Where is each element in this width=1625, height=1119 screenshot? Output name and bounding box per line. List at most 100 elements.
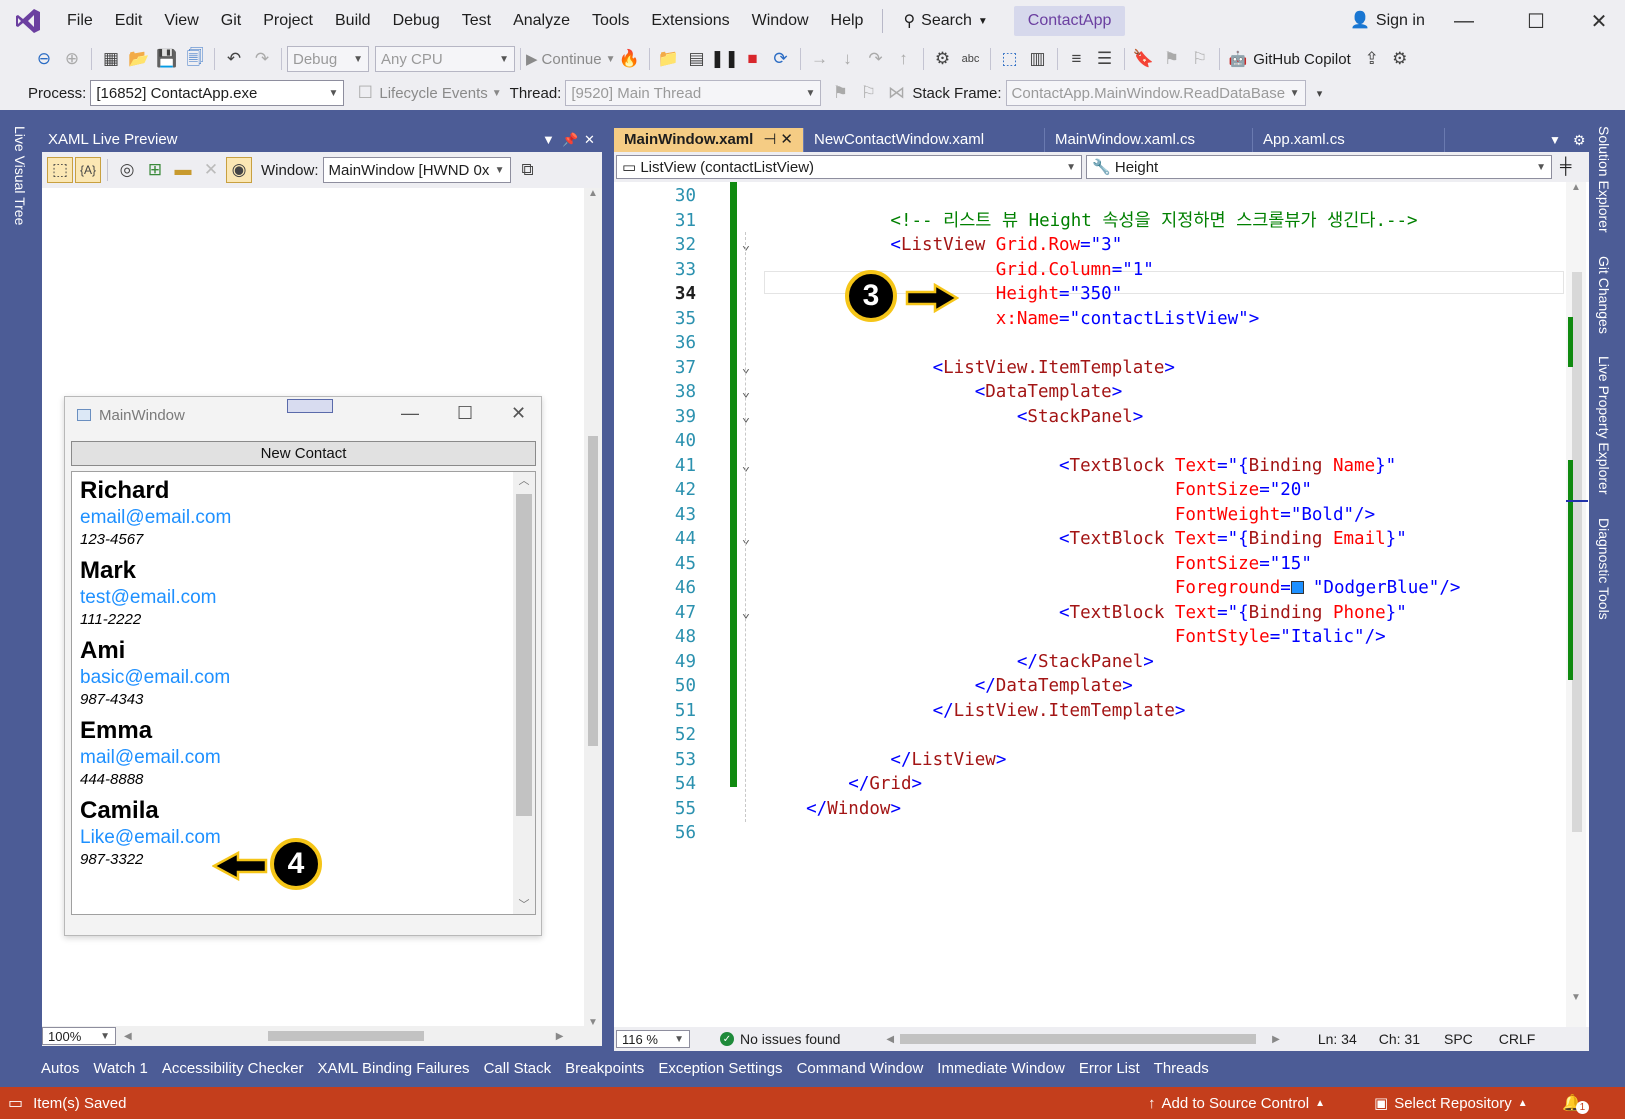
solution-explorer-tab[interactable]: Solution Explorer <box>1596 126 1612 233</box>
diagnostic-tools-tab[interactable]: Diagnostic Tools <box>1596 518 1612 620</box>
whitespace-indicator[interactable]: SPC <box>1444 1031 1473 1047</box>
menu-test[interactable]: Test <box>451 0 502 42</box>
scroll-down-icon[interactable]: ▼ <box>1566 992 1586 1003</box>
toolbar-overflow-icon[interactable]: ▾ <box>1307 80 1333 106</box>
tab-pin-icon[interactable]: ⊣ ✕ <box>763 128 793 152</box>
github-copilot-button[interactable]: 🤖 GitHub Copilot <box>1229 50 1351 69</box>
search-button[interactable]: ⚲ Search ▼ <box>891 11 999 31</box>
menu-debug[interactable]: Debug <box>382 0 451 42</box>
select-repository-button[interactable]: ▣ Select Repository ▲ <box>1374 1094 1528 1113</box>
editor-zoom-dropdown[interactable]: 116 % ▼ <box>616 1030 690 1048</box>
fold-toggle-icon[interactable]: ⌄ <box>738 527 754 552</box>
preview-eye-icon[interactable]: ◉ <box>226 157 252 183</box>
tool-tab-command-window[interactable]: Command Window <box>790 1060 931 1077</box>
diagnostics-icon[interactable]: ⚙ <box>930 46 956 72</box>
indent-icon[interactable]: ≡ <box>1064 46 1090 72</box>
fold-toggle-icon[interactable]: ⌄ <box>738 380 754 405</box>
platform-dropdown[interactable]: Any CPU ▼ <box>375 46 515 72</box>
menu-tools[interactable]: Tools <box>581 0 640 42</box>
visual-studio-logo-icon[interactable] <box>14 7 42 35</box>
filter-icon[interactable]: ⋈ <box>883 80 909 106</box>
navigate-forward-icon[interactable]: ⊕ <box>59 46 85 72</box>
live-visual-tree-tab[interactable]: Live Visual Tree <box>12 126 28 225</box>
stop-icon[interactable]: ■ <box>740 46 766 72</box>
panel-close-icon[interactable]: ✕ <box>584 128 595 152</box>
menu-extensions[interactable]: Extensions <box>640 0 740 42</box>
list-item[interactable]: Mark test@email.com 111-2222 <box>72 556 535 630</box>
column-indicator[interactable]: Ch: 31 <box>1379 1031 1420 1047</box>
track-focus-icon[interactable]: ◎ <box>114 157 140 183</box>
drag-handle-icon[interactable] <box>287 399 333 413</box>
property-navigation-dropdown[interactable]: 🔧 Height ▼ <box>1086 155 1552 179</box>
menu-help[interactable]: Help <box>820 0 875 42</box>
restart-icon[interactable]: ⟳ <box>768 46 794 72</box>
scroll-right-icon[interactable]: ▶ <box>556 1031 564 1042</box>
horizontal-scroll-thumb[interactable] <box>900 1034 1257 1044</box>
menu-file[interactable]: File <box>56 0 104 42</box>
minimize-button[interactable]: — <box>1440 0 1488 42</box>
menu-project[interactable]: Project <box>252 0 324 42</box>
app-minimize-icon[interactable]: — <box>401 403 419 424</box>
new-project-icon[interactable]: ▦ <box>98 46 124 72</box>
fold-toggle-icon[interactable]: ⌄ <box>738 233 754 258</box>
new-contact-button[interactable]: New Contact <box>71 441 536 466</box>
split-editor-icon[interactable]: ╪ <box>1560 158 1571 176</box>
scroll-left-icon[interactable]: ◀ <box>124 1031 132 1042</box>
binding-icon[interactable]: ⊞ <box>142 157 168 183</box>
fold-toggle-icon[interactable]: ⌄ <box>738 405 754 430</box>
tool-tab-watch-1[interactable]: Watch 1 <box>86 1060 154 1077</box>
menu-edit[interactable]: Edit <box>104 0 154 42</box>
tab-app-xaml-cs[interactable]: App.xaml.cs <box>1253 128 1445 152</box>
scroll-down-icon[interactable]: ﹀ <box>513 896 535 912</box>
solution-config-dropdown[interactable]: Debug ▼ <box>287 46 369 72</box>
clear-icon[interactable]: ✕ <box>198 157 224 183</box>
step-next-icon[interactable]: → <box>807 46 833 72</box>
tab-newcontactwindow-xaml[interactable]: NewContactWindow.xaml <box>804 128 1045 152</box>
flag-icon[interactable]: ⚑ <box>827 80 853 106</box>
tab-mainwindow-xaml[interactable]: MainWindow.xaml ⊣ ✕ <box>614 128 804 152</box>
scroll-thumb[interactable] <box>516 494 532 816</box>
fold-toggle-icon[interactable]: ⌄ <box>738 601 754 626</box>
list-item[interactable]: Emma mail@email.com 444-8888 <box>72 716 535 790</box>
step-out-icon[interactable]: ↑ <box>891 46 917 72</box>
line-ending-indicator[interactable]: CRLF <box>1499 1031 1536 1047</box>
save-icon[interactable]: 💾 <box>154 46 180 72</box>
save-all-icon[interactable]: 🗐 <box>182 46 208 72</box>
continue-button[interactable]: ▶ Continue ▼ <box>526 50 616 69</box>
open-folder-icon[interactable]: 📂 <box>126 46 152 72</box>
pin-icon[interactable]: 📌 <box>562 128 578 152</box>
tool-tab-breakpoints[interactable]: Breakpoints <box>558 1060 651 1077</box>
undo-icon[interactable]: ↶ <box>221 46 247 72</box>
issues-status[interactable]: No issues found <box>740 1031 840 1047</box>
fold-toggle-icon[interactable]: ⌄ <box>738 356 754 381</box>
bookmark-icon[interactable]: 🔖 <box>1131 46 1157 72</box>
detach-window-icon[interactable]: ⧉ <box>515 157 541 183</box>
display-layout-icon[interactable]: ▥ <box>1025 46 1051 72</box>
tool-tab-xaml-binding-failures[interactable]: XAML Binding Failures <box>311 1060 477 1077</box>
menu-view[interactable]: View <box>153 0 209 42</box>
tool-tab-threads[interactable]: Threads <box>1147 1060 1216 1077</box>
stack-frame-dropdown[interactable]: ContactApp.MainWindow.ReadDataBase ▼ <box>1005 80 1306 106</box>
fold-toggle-icon[interactable]: ⌄ <box>738 454 754 479</box>
spell-check-icon[interactable]: abc <box>958 46 984 72</box>
outdent-icon[interactable]: ☰ <box>1092 46 1118 72</box>
tool-tab-autos[interactable]: Autos <box>34 1060 86 1077</box>
maximize-button[interactable]: ☐ <box>1512 0 1560 42</box>
step-into-icon[interactable]: ↓ <box>835 46 861 72</box>
list-item[interactable]: Ami basic@email.com 987-4343 <box>72 636 535 710</box>
layout-icon[interactable]: ▤ <box>684 46 710 72</box>
preview-zoom-dropdown[interactable]: 100% ▼ <box>42 1027 116 1045</box>
tool-tab-immediate-window[interactable]: Immediate Window <box>930 1060 1072 1077</box>
select-element-icon[interactable]: ⬚ <box>997 46 1023 72</box>
code-editor[interactable]: ▲ ▼ 30 31 <!-- 리스트 뷰 Height 속성을 지정하면 스크롤뷰… <box>614 182 1589 1027</box>
editor-settings-icon[interactable]: ⚙ <box>1573 128 1586 152</box>
scroll-up-icon[interactable]: ︿ <box>513 472 535 492</box>
app-close-icon[interactable]: ✕ <box>511 403 526 424</box>
tool-tab-call-stack[interactable]: Call Stack <box>477 1060 559 1077</box>
menu-window[interactable]: Window <box>741 0 820 42</box>
window-dropdown[interactable]: MainWindow [HWND 0x ▼ <box>322 157 511 183</box>
menu-analyze[interactable]: Analyze <box>502 0 581 42</box>
add-to-source-control-button[interactable]: ↑ Add to Source Control ▲ <box>1148 1095 1325 1112</box>
navigate-back-icon[interactable]: ⊖ <box>31 46 57 72</box>
tab-mainwindow-xaml-cs[interactable]: MainWindow.xaml.cs <box>1045 128 1253 152</box>
